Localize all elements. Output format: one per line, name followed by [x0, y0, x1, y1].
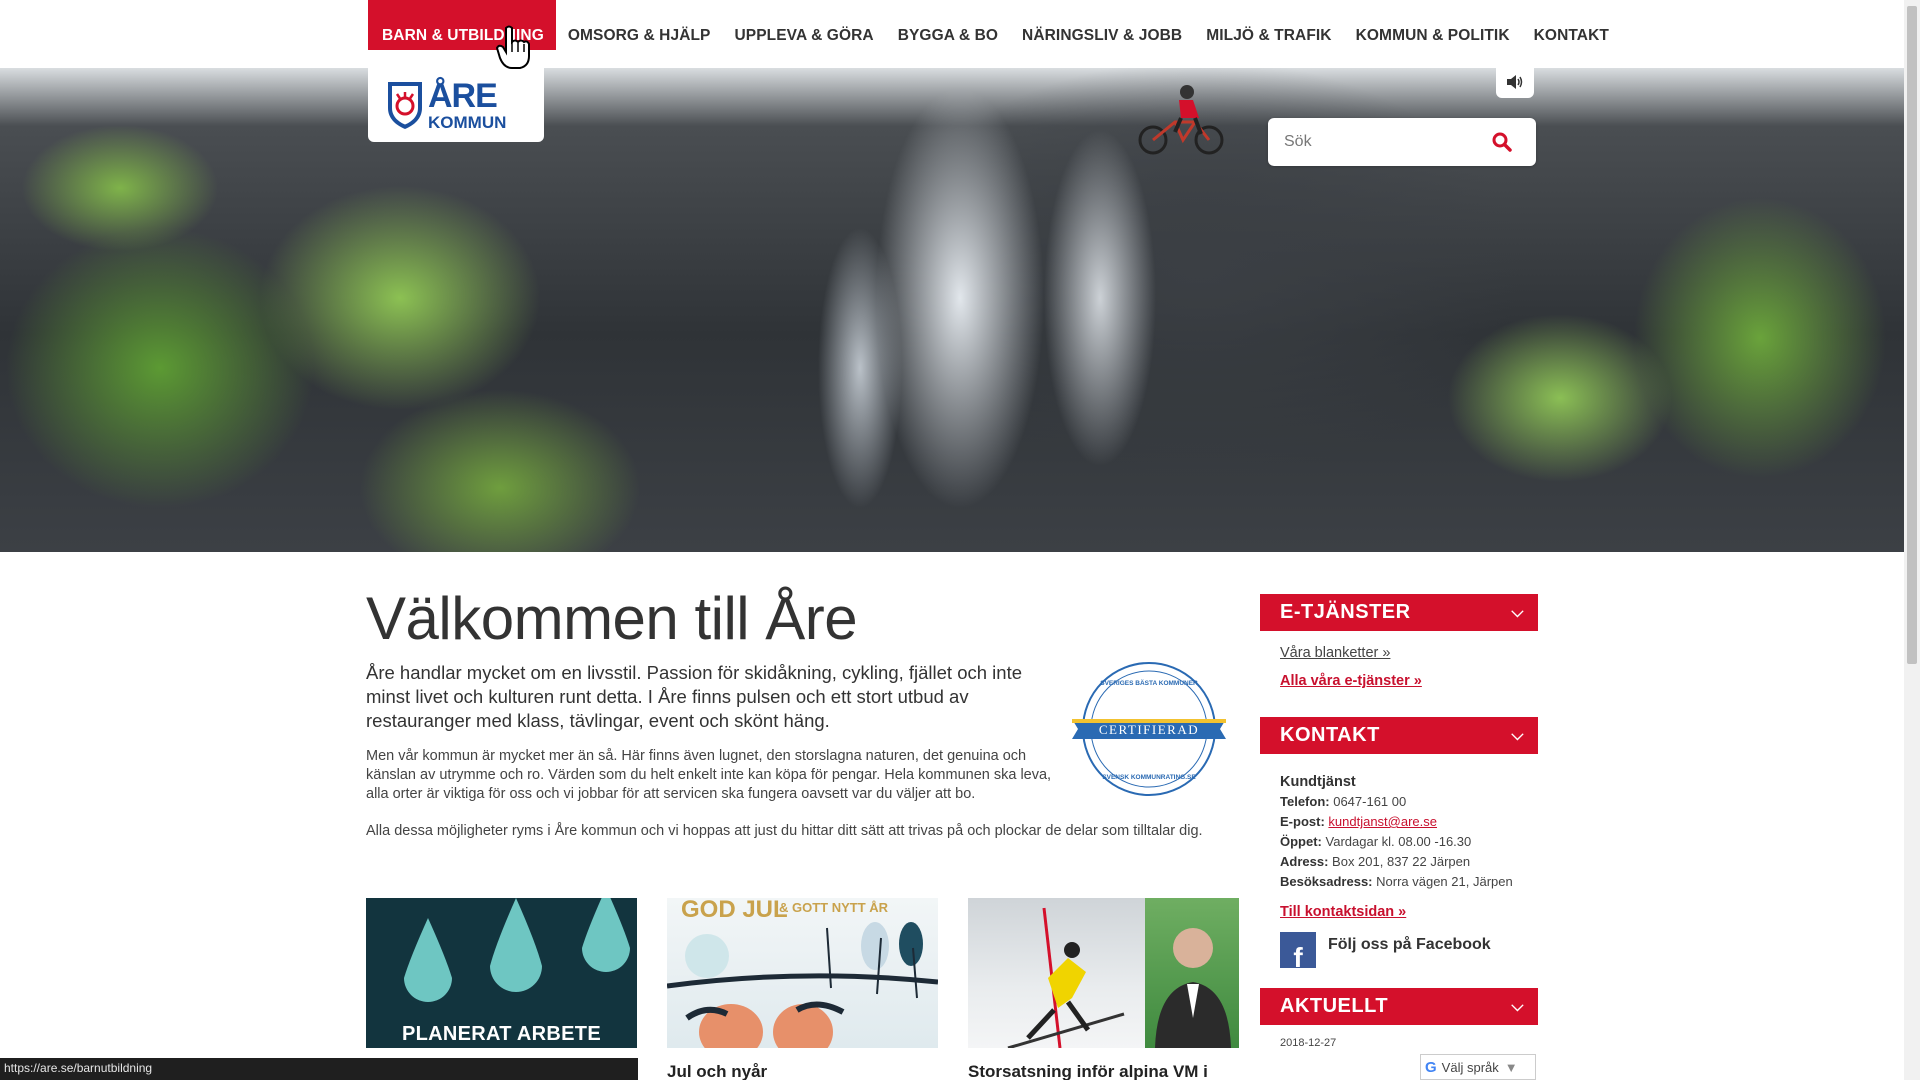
main-content: Välkommen till Åre Åre handlar mycket om… [366, 585, 1238, 841]
site-logo[interactable]: ÅRE KOMMUN [368, 68, 544, 142]
news-card-jul-och-nyar[interactable]: GOD JUL & GOTT NYTT ÅR Jul och nyår [667, 898, 938, 1080]
contact-name: Kundtjänst [1280, 774, 1356, 790]
facebook-label: Följ oss på Facebook [1328, 936, 1491, 953]
card-image-text-god-jul: GOD JUL [681, 898, 788, 923]
speaker-icon [1507, 75, 1523, 89]
kontakt-header[interactable]: KONTAKT ⌵ [1260, 717, 1538, 754]
etjanster-header[interactable]: E-TJÄNSTER ⌵ [1260, 594, 1538, 631]
nav-item-kontakt[interactable]: KONTAKT [1522, 0, 1621, 50]
nav-item-naringsliv-jobb[interactable]: NÄRINGSLIV & JOBB [1010, 0, 1194, 50]
search-input[interactable] [1268, 133, 1488, 151]
card-image-god-jul[interactable]: GOD JUL & GOTT NYTT ÅR [667, 898, 938, 1048]
facebook-icon: f [1280, 932, 1316, 972]
hand-cursor-icon [496, 25, 530, 69]
blanketter-link[interactable]: Våra blanketter » [1280, 645, 1518, 661]
intro-lead: Åre handlar mycket om en livsstil. Passi… [366, 662, 1023, 731]
search-icon [1492, 132, 1512, 152]
chevron-down-icon: ⌵ [1511, 997, 1524, 1015]
certified-badge: CERTIFIERAD SVERIGES BÄSTA KOMMUNER SVEN… [1072, 662, 1226, 796]
nav-item-omsorg-hjalp[interactable]: OMSORG & HJÄLP [556, 0, 723, 50]
read-aloud-button[interactable] [1496, 66, 1534, 98]
contact-page-link[interactable]: Till kontaktsidan » [1280, 902, 1518, 922]
phone-value: 0647-161 00 [1333, 794, 1407, 809]
language-label: Välj språk [1441, 1059, 1499, 1075]
phone-label: Telefon: [1280, 794, 1330, 809]
search-form [1268, 118, 1536, 166]
address-label: Adress: [1280, 854, 1329, 869]
sidebar: E-TJÄNSTER ⌵ Våra blanketter » Alla våra… [1260, 594, 1538, 1061]
open-label: Öppet: [1280, 834, 1322, 849]
kontakt-body: Kundtjänst Telefon: 0647-161 00 E-post: … [1260, 754, 1538, 978]
coat-of-arms-icon [388, 82, 422, 129]
badge-bottom-text: SVENSK KOMMUNRATING.SE [1102, 774, 1196, 781]
etjanster-heading: E-TJÄNSTER [1280, 601, 1411, 623]
logo-text-are: ÅRE [428, 77, 498, 115]
portrait-photo [1145, 898, 1239, 1048]
etjanster-body: Våra blanketter » Alla våra e-tjänster » [1260, 631, 1538, 709]
skier-illustration [1007, 907, 1125, 1048]
open-value: Vardagar kl. 08.00 -16.30 [1325, 834, 1472, 849]
visit-label: Besöksadress: [1280, 874, 1373, 889]
nav-item-miljo-trafik[interactable]: MILJÖ & TRAFIK [1194, 0, 1343, 50]
language-select[interactable]: G Välj språk ▼ [1420, 1054, 1536, 1080]
news-card-planerat-arbete[interactable]: PLANERAT ARBETE [366, 898, 637, 1080]
intro-paragraph-2: Alla dessa möjligheter ryms i Åre kommun… [366, 823, 1203, 839]
aktuellt-header[interactable]: AKTUELLT ⌵ [1260, 988, 1538, 1025]
main-nav: BARN & UTBILDNING OMSORG & HJÄLP UPPLEVA… [368, 0, 1621, 50]
browser-status-bar: https://are.se/barnutbildning [0, 1058, 638, 1080]
nav-item-uppleva-gora[interactable]: UPPLEVA & GÖRA [723, 0, 886, 50]
dropdown-caret-icon: ▼ [1504, 1059, 1518, 1075]
card-image-planerat-arbete[interactable]: PLANERAT ARBETE [366, 898, 637, 1048]
chevron-down-icon: ⌵ [1511, 726, 1524, 744]
nav-item-bygga-bo[interactable]: BYGGA & BO [886, 0, 1010, 50]
address-value: Box 201, 837 22 Järpen [1332, 854, 1471, 869]
card-title[interactable]: Storsatsning inför alpina VM i [968, 1062, 1239, 1080]
facebook-link[interactable]: f Följ oss på Facebook [1280, 932, 1518, 972]
card-title[interactable]: Jul och nyår [667, 1062, 938, 1080]
aktuellt-heading: AKTUELLT [1280, 995, 1389, 1017]
kontakt-heading: KONTAKT [1280, 724, 1380, 746]
nav-item-kommun-politik[interactable]: KOMMUN & POLITIK [1344, 0, 1522, 50]
intro-paragraph-1: Men vår kommun är mycket mer än så. Här … [366, 748, 1052, 802]
card-image-text: PLANERAT ARBETE [402, 1023, 601, 1045]
card-image-slalom[interactable] [968, 898, 1239, 1048]
visit-value: Norra vägen 21, Järpen [1376, 874, 1513, 889]
scrollbar-thumb[interactable] [1907, 6, 1917, 664]
google-icon: G [1425, 1058, 1437, 1076]
page-title: Välkommen till Åre [366, 585, 858, 652]
hero-image [0, 68, 1904, 552]
news-card-alpina-vm[interactable]: Storsatsning inför alpina VM i [968, 898, 1239, 1080]
card-image-text-gott-nytt-ar: & GOTT NYTT ÅR [779, 900, 889, 915]
email-link[interactable]: kundtjanst@are.se [1328, 814, 1437, 829]
badge-top-text: SVERIGES BÄSTA KOMMUNER [1100, 679, 1198, 687]
page-scrollbar[interactable] [1904, 0, 1920, 1080]
search-button[interactable] [1488, 128, 1516, 156]
badge-center-text: CERTIFIERAD [1099, 722, 1199, 737]
email-label: E-post: [1280, 814, 1325, 829]
logo-text-kommun: KOMMUN [428, 113, 507, 132]
chevron-down-icon: ⌵ [1511, 603, 1524, 621]
person-silhouette [1155, 928, 1231, 1048]
mountain-biker-graphic [1138, 85, 1224, 155]
all-etjanster-link[interactable]: Alla våra e-tjänster » [1280, 673, 1518, 689]
news-cards: PLANERAT ARBETE GOD JUL & GOTT NYTT ÅR J… [366, 898, 1239, 1080]
